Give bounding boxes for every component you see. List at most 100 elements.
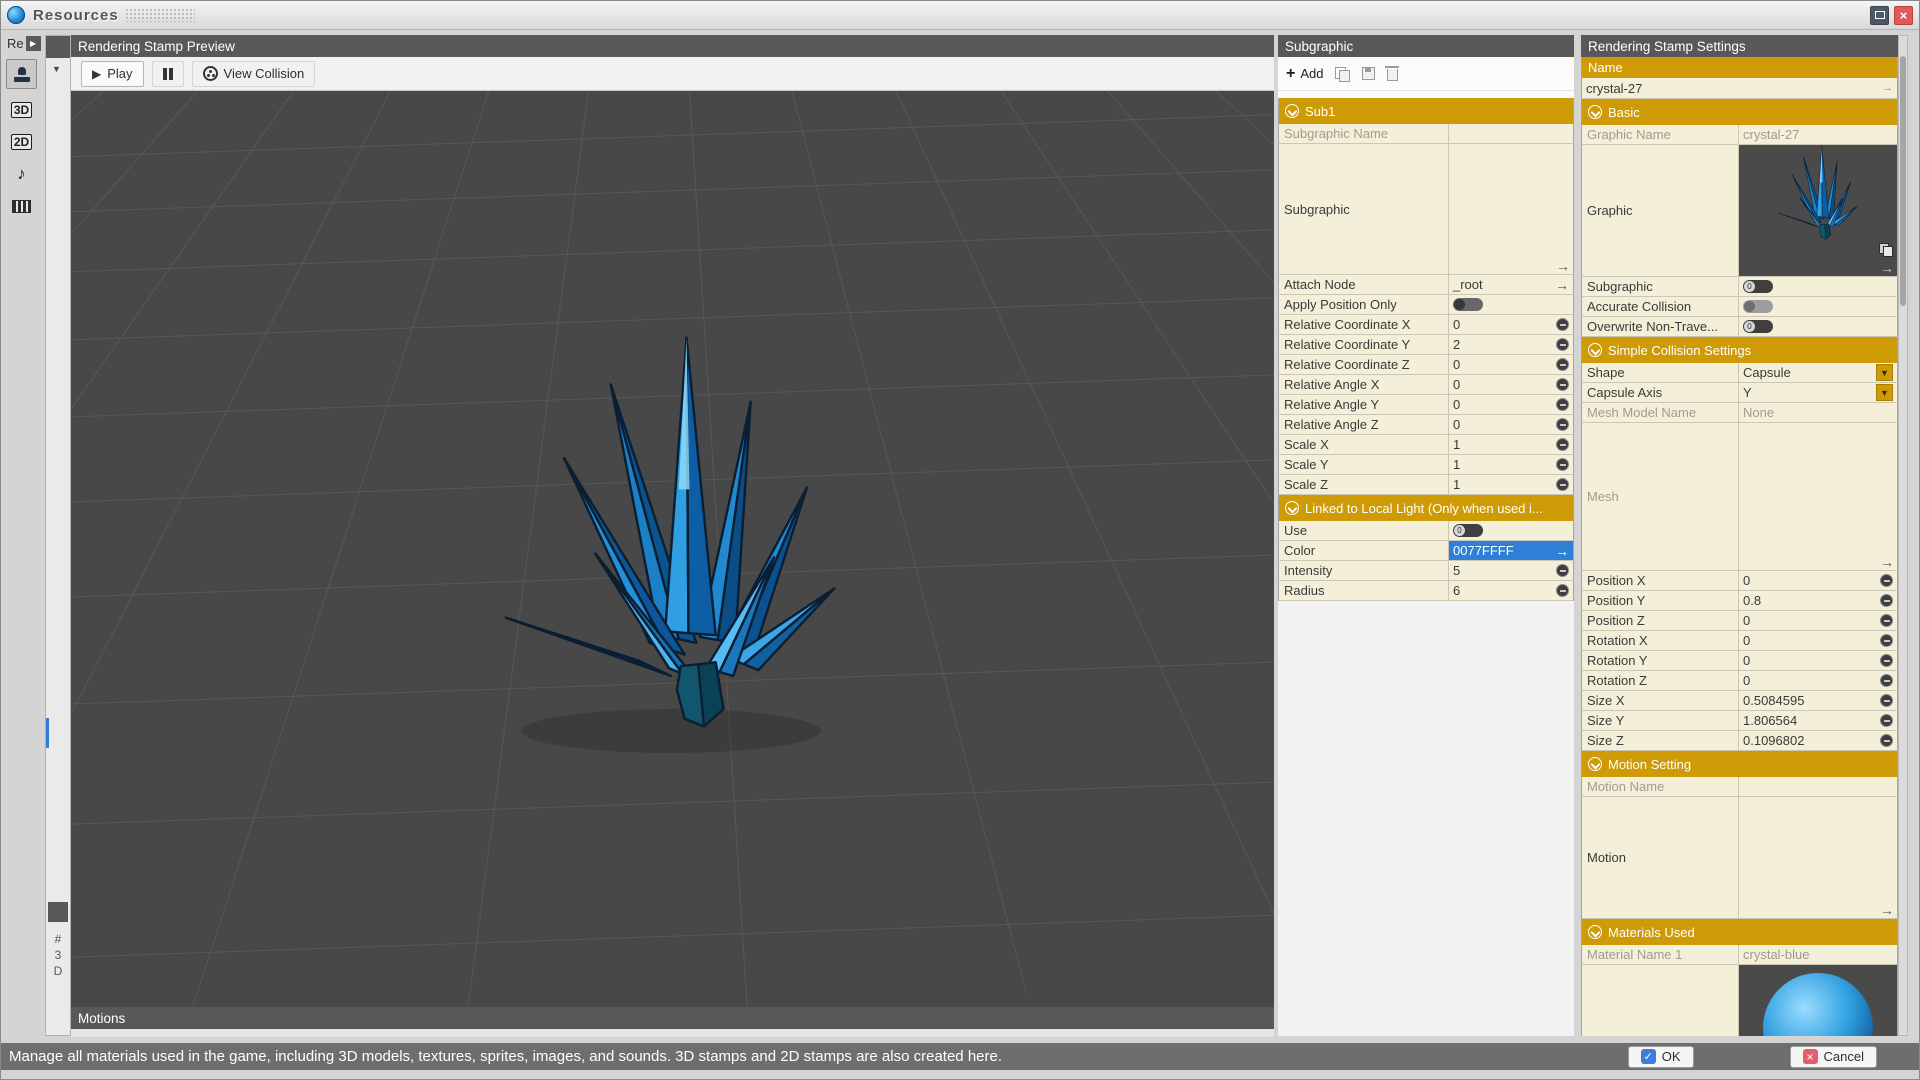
pause-button[interactable]: [152, 61, 184, 87]
scale-x-value[interactable]: 1: [1449, 435, 1573, 454]
size-x-value[interactable]: 0.5084595: [1739, 691, 1897, 710]
arrow-icon[interactable]: →: [1880, 555, 1894, 569]
dial-icon[interactable]: [1556, 564, 1569, 577]
arrow-icon[interactable]: →: [1880, 903, 1894, 917]
size-z-value[interactable]: 0.1096802: [1739, 731, 1897, 750]
toolbar-gap: [1278, 91, 1574, 98]
relative-angle-y-value[interactable]: 0: [1449, 395, 1573, 414]
arrow-icon[interactable]: →: [1555, 544, 1569, 558]
dial-icon[interactable]: [1556, 398, 1569, 411]
dial-icon[interactable]: [1556, 358, 1569, 371]
simple-collision-section-header[interactable]: Simple Collision Settings: [1581, 337, 1898, 363]
trash-icon[interactable]: [1387, 69, 1398, 81]
mesh-picker[interactable]: →: [1739, 423, 1897, 570]
dial-icon[interactable]: [1880, 614, 1893, 627]
use-toggle[interactable]: [1453, 524, 1483, 537]
dial-icon[interactable]: [1880, 634, 1893, 647]
dial-icon[interactable]: [1880, 674, 1893, 687]
add-subgraphic-button[interactable]: + Add: [1286, 66, 1323, 82]
material-name-1-value: crystal-blue: [1739, 945, 1897, 964]
dial-icon[interactable]: [1880, 654, 1893, 667]
rotation-x-value[interactable]: 0: [1739, 631, 1897, 650]
dropdown-icon[interactable]: ▼: [1876, 364, 1893, 381]
ok-button[interactable]: ✓ OK: [1628, 1046, 1694, 1068]
collapse-arrow-icon[interactable]: ▼: [52, 64, 61, 74]
arrow-icon[interactable]: →: [1882, 83, 1893, 94]
shape-select[interactable]: Capsule ▼: [1739, 363, 1897, 382]
motion-picker[interactable]: →: [1739, 797, 1897, 918]
scale-z-value[interactable]: 1: [1449, 475, 1573, 494]
overwrite-non-traversable-toggle[interactable]: [1743, 320, 1773, 333]
color-value[interactable]: 0077FFFF →: [1449, 541, 1573, 560]
size-y-value[interactable]: 1.806564: [1739, 711, 1897, 730]
play-button[interactable]: ▶ Play: [81, 61, 144, 87]
audio-category-button[interactable]: ♪: [6, 159, 37, 189]
materials-used-section-header[interactable]: Materials Used: [1581, 919, 1898, 945]
rotation-y-value[interactable]: 0: [1739, 651, 1897, 670]
relative-coordinate-x-value[interactable]: 0: [1449, 315, 1573, 334]
stamp-category-button[interactable]: [6, 59, 37, 89]
dial-icon[interactable]: [1880, 694, 1893, 707]
stamp-list-strip[interactable]: ▼ # 3 D: [45, 35, 71, 1036]
dock-window-button[interactable]: [1870, 6, 1889, 25]
motion-setting-section-header[interactable]: Motion Setting: [1581, 751, 1898, 777]
dial-icon[interactable]: [1880, 734, 1893, 747]
graphic-thumbnail[interactable]: →: [1739, 145, 1897, 276]
sub1-group-header[interactable]: Sub1: [1278, 98, 1574, 124]
view-collision-button[interactable]: View Collision: [192, 61, 316, 87]
relative-angle-z-value[interactable]: 0: [1449, 415, 1573, 434]
movie-category-button[interactable]: [6, 191, 37, 221]
position-z-value[interactable]: 0: [1739, 611, 1897, 630]
copy-icon[interactable]: [1335, 67, 1350, 81]
3d-category-button[interactable]: 3D: [6, 95, 37, 125]
name-value[interactable]: crystal-27 →: [1582, 78, 1897, 98]
arrow-icon[interactable]: →: [1880, 261, 1894, 275]
radius-value[interactable]: 6: [1449, 581, 1573, 600]
dial-icon[interactable]: [1556, 584, 1569, 597]
dropdown-icon[interactable]: ▼: [1876, 384, 1893, 401]
capsule-axis-select[interactable]: Y ▼: [1739, 383, 1897, 402]
resources-tree-collapsed-tab[interactable]: Re ▶: [7, 36, 41, 51]
subgraphic-picker[interactable]: →: [1449, 144, 1573, 274]
dial-icon[interactable]: [1880, 594, 1893, 607]
dial-icon[interactable]: [1556, 378, 1569, 391]
paste-icon[interactable]: [1362, 67, 1375, 80]
position-y-value[interactable]: 0.8: [1739, 591, 1897, 610]
attach-node-value[interactable]: _root →: [1449, 275, 1573, 294]
accurate-collision-toggle[interactable]: [1743, 300, 1773, 313]
intensity-value[interactable]: 5: [1449, 561, 1573, 580]
linked-local-light-section-header[interactable]: Linked to Local Light (Only when used i.…: [1278, 495, 1574, 521]
basic-section-header[interactable]: Basic: [1581, 99, 1898, 125]
arrow-icon[interactable]: →: [1555, 278, 1569, 292]
relative-coordinate-y-value[interactable]: 2: [1449, 335, 1573, 354]
chevron-down-icon: [1588, 757, 1602, 771]
relative-coordinate-z-value[interactable]: 0: [1449, 355, 1573, 374]
apply-position-only-toggle[interactable]: [1453, 298, 1483, 311]
scrollbar-thumb[interactable]: [1900, 56, 1906, 306]
settings-scrollbar[interactable]: [1898, 35, 1908, 1036]
scale-y-value[interactable]: 1: [1449, 455, 1573, 474]
dial-icon[interactable]: [1556, 478, 1569, 491]
dial-icon[interactable]: [1556, 338, 1569, 351]
material-1-thumbnail[interactable]: [1739, 965, 1897, 1036]
2d-category-button[interactable]: 2D: [6, 127, 37, 157]
dial-icon[interactable]: [1556, 438, 1569, 451]
rotation-z-value[interactable]: 0: [1739, 671, 1897, 690]
dial-icon[interactable]: [1880, 574, 1893, 587]
cancel-button[interactable]: × Cancel: [1790, 1046, 1877, 1068]
dial-icon[interactable]: [1556, 458, 1569, 471]
3d-viewport[interactable]: [71, 91, 1274, 1007]
close-button[interactable]: ×: [1894, 6, 1913, 25]
subgraphic-toggle[interactable]: [1743, 280, 1773, 293]
relative-angle-x-value[interactable]: 0: [1449, 375, 1573, 394]
arrow-icon[interactable]: →: [1556, 259, 1570, 273]
field-attach-node: Attach Node _root →: [1278, 275, 1574, 295]
field-relative-angle-x: Relative Angle X 0: [1278, 375, 1574, 395]
subgraphic-name-value[interactable]: [1449, 124, 1573, 143]
dial-icon[interactable]: [1880, 714, 1893, 727]
dial-icon[interactable]: [1556, 418, 1569, 431]
position-x-value[interactable]: 0: [1739, 571, 1897, 590]
expand-tree-button[interactable]: ▶: [26, 36, 41, 51]
stamp-copy-icon[interactable]: [1879, 243, 1893, 256]
dial-icon[interactable]: [1556, 318, 1569, 331]
